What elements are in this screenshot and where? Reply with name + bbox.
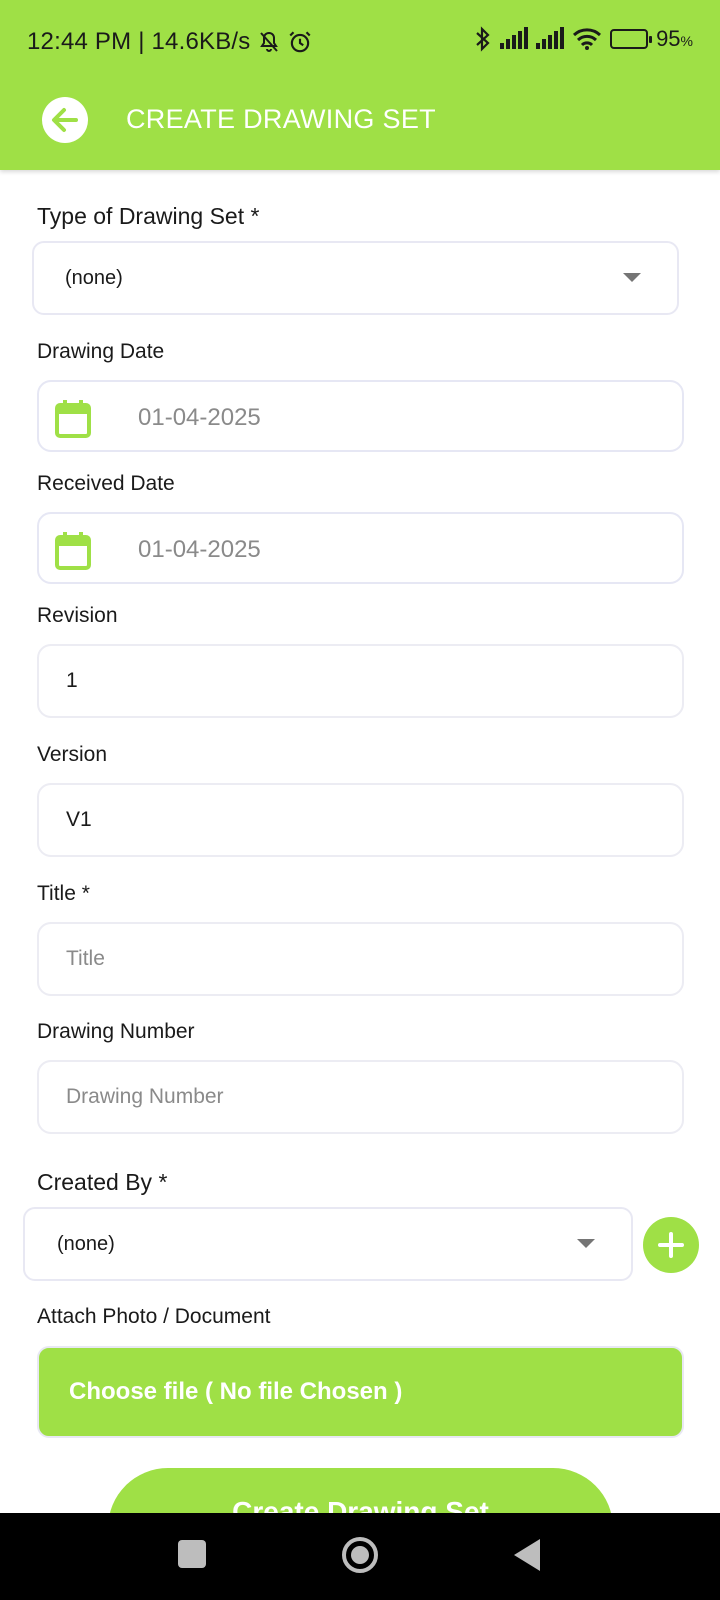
- title-label: Title *: [37, 882, 90, 905]
- calendar-icon: [55, 400, 91, 438]
- status-bar: 12:44 PM | 14.6KB/s 95%: [0, 0, 720, 88]
- drawing-number-label: Drawing Number: [37, 1020, 195, 1043]
- drawing-number-placeholder: Drawing Number: [66, 1085, 224, 1108]
- received-date-value: 01-04-2025: [138, 536, 261, 563]
- drawing-date-label: Drawing Date: [37, 340, 165, 363]
- home-button[interactable]: [342, 1537, 378, 1573]
- created-by-select[interactable]: (none): [23, 1207, 633, 1281]
- revision-label: Revision: [37, 604, 118, 627]
- version-value: V1: [66, 808, 92, 831]
- app-bar: 12:44 PM | 14.6KB/s 95% CREATE DRAWING S…: [0, 0, 720, 170]
- add-user-button[interactable]: [643, 1217, 699, 1273]
- created-by-value: (none): [57, 1232, 115, 1255]
- version-input[interactable]: V1: [37, 783, 684, 857]
- drawing-number-input[interactable]: Drawing Number: [37, 1060, 684, 1134]
- type-select-value: (none): [65, 266, 123, 289]
- status-time: 12:44 PM | 14.6KB/s: [27, 28, 251, 55]
- mute-bell-icon: [259, 31, 278, 52]
- title-placeholder: Title: [66, 947, 105, 970]
- created-by-label: Created By *: [37, 1169, 168, 1195]
- back-button[interactable]: [42, 97, 88, 143]
- bluetooth-icon: [476, 26, 490, 52]
- home-icon: [351, 1546, 369, 1564]
- received-date-label: Received Date: [37, 472, 175, 495]
- choose-file-button[interactable]: Choose file ( No file Chosen ): [37, 1346, 684, 1438]
- nav-back-button[interactable]: [514, 1539, 540, 1571]
- signal-icon-2: [536, 27, 565, 49]
- caret-down-icon: [577, 1239, 595, 1248]
- revision-value: 1: [66, 669, 78, 692]
- battery-percent: 95%: [656, 26, 693, 51]
- revision-input[interactable]: 1: [37, 644, 684, 718]
- recents-button[interactable]: [178, 1540, 206, 1568]
- drawing-date-field[interactable]: 01-04-2025: [37, 380, 684, 452]
- type-select[interactable]: (none): [32, 241, 679, 315]
- received-date-field[interactable]: 01-04-2025: [37, 512, 684, 584]
- drawing-date-value: 01-04-2025: [138, 404, 261, 431]
- battery-icon: [610, 29, 653, 49]
- wifi-icon: [573, 28, 602, 50]
- title-input[interactable]: Title: [37, 922, 684, 996]
- calendar-icon: [55, 532, 91, 570]
- arrow-left-icon: [52, 108, 78, 132]
- version-label: Version: [37, 743, 108, 766]
- page-title: CREATE DRAWING SET: [126, 104, 436, 134]
- signal-icon: [500, 27, 529, 49]
- attach-label: Attach Photo / Document: [37, 1305, 271, 1328]
- caret-down-icon: [623, 273, 641, 282]
- type-label: Type of Drawing Set *: [37, 203, 260, 229]
- plus-icon: [658, 1232, 684, 1258]
- alarm-icon: [288, 31, 311, 53]
